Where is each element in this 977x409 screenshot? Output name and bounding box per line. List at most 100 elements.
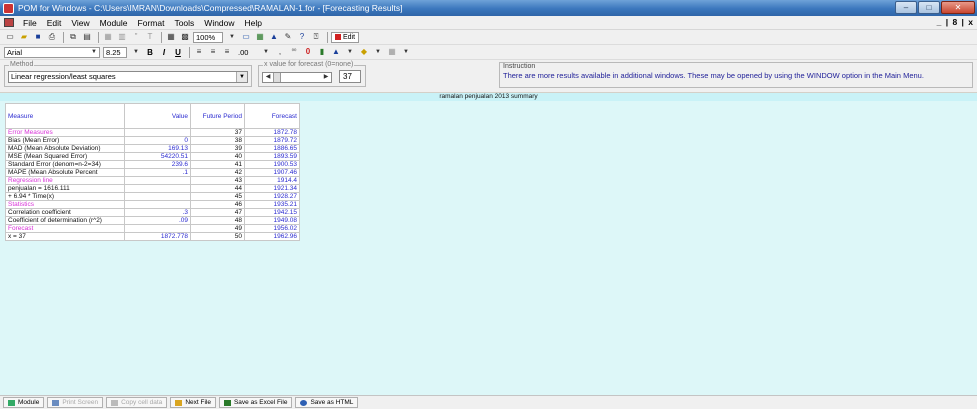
future-period-cell[interactable]: 41 — [190, 160, 245, 169]
header-value[interactable]: Value — [124, 103, 191, 129]
font-size-select[interactable]: 8.25 — [103, 46, 127, 58]
dropdown-arrow-icon[interactable]: ▼ — [372, 47, 384, 58]
underline-button[interactable]: U — [172, 48, 184, 57]
method-select[interactable]: Linear regression/least squares ▼ — [8, 71, 248, 83]
mdi-child-controls[interactable]: _ | 8 | x — [937, 17, 974, 27]
menu-tools[interactable]: Tools — [169, 18, 199, 28]
menu-module[interactable]: Module — [95, 18, 133, 28]
save-html-button[interactable]: Save as HTML — [295, 397, 359, 408]
value-cell[interactable]: 54220.51 — [124, 152, 191, 161]
measure-cell[interactable]: Forecast — [5, 224, 125, 233]
measure-cell[interactable]: Bias (Mean Error) — [5, 136, 125, 145]
maximize-button[interactable]: □ — [918, 1, 940, 14]
paste-icon[interactable]: ▤ — [81, 32, 93, 43]
dropdown-arrow-icon[interactable]: ▼ — [226, 32, 238, 43]
future-period-cell[interactable]: 37 — [190, 128, 245, 137]
value-cell[interactable]: .09 — [124, 216, 191, 225]
calculator-icon[interactable]: ▦ — [254, 32, 266, 43]
measure-cell[interactable]: Regression line — [5, 176, 125, 185]
value-cell[interactable] — [124, 128, 191, 137]
delete-rows-icon[interactable]: ▥ — [116, 32, 128, 43]
menu-view[interactable]: View — [66, 18, 94, 28]
future-period-cell[interactable]: 38 — [190, 136, 245, 145]
help-book-icon[interactable]: ⍰ — [310, 32, 322, 43]
decimal-places-icon[interactable]: ⁰⁰ — [288, 47, 300, 58]
future-period-cell[interactable]: 42 — [190, 168, 245, 177]
value-cell[interactable] — [124, 200, 191, 209]
chart-icon[interactable]: ▲ — [268, 32, 280, 43]
font-name-select[interactable]: Arial ▼ — [4, 46, 100, 58]
future-period-cell[interactable]: 39 — [190, 144, 245, 153]
dropdown-arrow-icon[interactable]: ▼ — [130, 47, 142, 58]
future-period-cell[interactable]: 48 — [190, 216, 245, 225]
fill-color-icon[interactable]: ▲ — [330, 47, 342, 58]
table-icon[interactable]: ▩ — [179, 32, 191, 43]
value-cell[interactable] — [124, 176, 191, 185]
print-icon[interactable]: ⎙ — [46, 32, 58, 43]
future-period-cell[interactable]: 50 — [190, 232, 245, 241]
menu-format[interactable]: Format — [133, 18, 170, 28]
measure-cell[interactable]: penjualan = 1616.111 — [5, 184, 125, 193]
forecast-x-input[interactable]: 37 — [339, 70, 361, 83]
value-cell[interactable]: .3 — [124, 208, 191, 217]
document-icon[interactable] — [4, 18, 14, 27]
measure-cell[interactable]: Standard Error (denom=n-2=34) — [5, 160, 125, 169]
value-cell[interactable]: 1872.778 — [124, 232, 191, 241]
future-period-cell[interactable]: 43 — [190, 176, 245, 185]
save-icon[interactable]: ■ — [32, 32, 44, 43]
header-forecast[interactable]: Forecast — [244, 103, 300, 129]
forecast-cell[interactable]: 1914.4 — [244, 176, 300, 185]
dropdown-arrow-icon[interactable]: ▼ — [236, 72, 247, 82]
paint-bucket-icon[interactable]: ◆ — [358, 47, 370, 58]
value-cell[interactable] — [124, 224, 191, 233]
print-screen-button[interactable]: Print Screen — [47, 397, 104, 408]
scrollbar-thumb[interactable] — [273, 73, 281, 82]
bold-button[interactable]: B — [144, 48, 156, 57]
measure-cell[interactable]: Correlation coefficient — [5, 208, 125, 217]
text-tool-icon[interactable]: T — [144, 32, 156, 43]
copy-cell-data-button[interactable]: Copy cell data — [106, 397, 168, 408]
align-left-icon[interactable]: ≡ — [193, 47, 205, 58]
menu-edit[interactable]: Edit — [42, 18, 67, 28]
header-future-period[interactable]: Future Period — [190, 103, 245, 129]
value-cell[interactable]: 0 — [124, 136, 191, 145]
measure-cell[interactable]: MAD (Mean Absolute Deviation) — [5, 144, 125, 153]
comma-icon[interactable]: , — [274, 47, 286, 58]
future-period-cell[interactable]: 47 — [190, 208, 245, 217]
forecast-cell[interactable]: 1942.15 — [244, 208, 300, 217]
forecast-cell[interactable]: 1928.27 — [244, 192, 300, 201]
value-cell[interactable] — [124, 192, 191, 201]
future-period-cell[interactable]: 40 — [190, 152, 245, 161]
dropdown-arrow-icon[interactable]: ▼ — [344, 47, 356, 58]
menu-window[interactable]: Window — [199, 18, 239, 28]
forecast-cell[interactable]: 1886.65 — [244, 144, 300, 153]
open-folder-icon[interactable]: ▰ — [18, 32, 30, 43]
forecast-cell[interactable]: 1872.78 — [244, 128, 300, 137]
value-cell[interactable]: 169.13 — [124, 144, 191, 153]
value-cell[interactable] — [124, 184, 191, 193]
copy-icon[interactable]: ⧉ — [67, 32, 79, 43]
minimize-button[interactable]: – — [895, 1, 917, 14]
measure-cell[interactable]: + 6.94 * Time(x) — [5, 192, 125, 201]
align-center-icon[interactable]: ≡ — [207, 47, 219, 58]
next-file-button[interactable]: Next File — [170, 397, 216, 408]
future-period-cell[interactable]: 46 — [190, 200, 245, 209]
menu-file[interactable]: File — [18, 18, 42, 28]
scroll-left-icon[interactable]: ◀ — [263, 73, 273, 82]
edit-button[interactable]: Edit — [331, 31, 360, 43]
forecast-cell[interactable]: 1879.72 — [244, 136, 300, 145]
new-file-icon[interactable]: ▭ — [4, 32, 16, 43]
forecast-cell[interactable]: 1935.21 — [244, 200, 300, 209]
measure-cell[interactable]: Statistics — [5, 200, 125, 209]
measure-cell[interactable]: x = 37 — [5, 232, 125, 241]
forecast-x-scrollbar[interactable]: ◀ ▶ — [262, 72, 332, 83]
measure-cell[interactable]: Error Measures — [5, 128, 125, 137]
align-right-icon[interactable]: ≡ — [221, 47, 233, 58]
forecast-cell[interactable]: 1949.08 — [244, 216, 300, 225]
help-pointer-icon[interactable]: ? — [296, 32, 308, 43]
close-button[interactable]: ✕ — [941, 1, 975, 14]
forecast-cell[interactable]: 1907.46 — [244, 168, 300, 177]
module-button[interactable]: Module — [3, 397, 45, 408]
menu-help[interactable]: Help — [240, 18, 267, 28]
forecast-cell[interactable]: 1893.59 — [244, 152, 300, 161]
